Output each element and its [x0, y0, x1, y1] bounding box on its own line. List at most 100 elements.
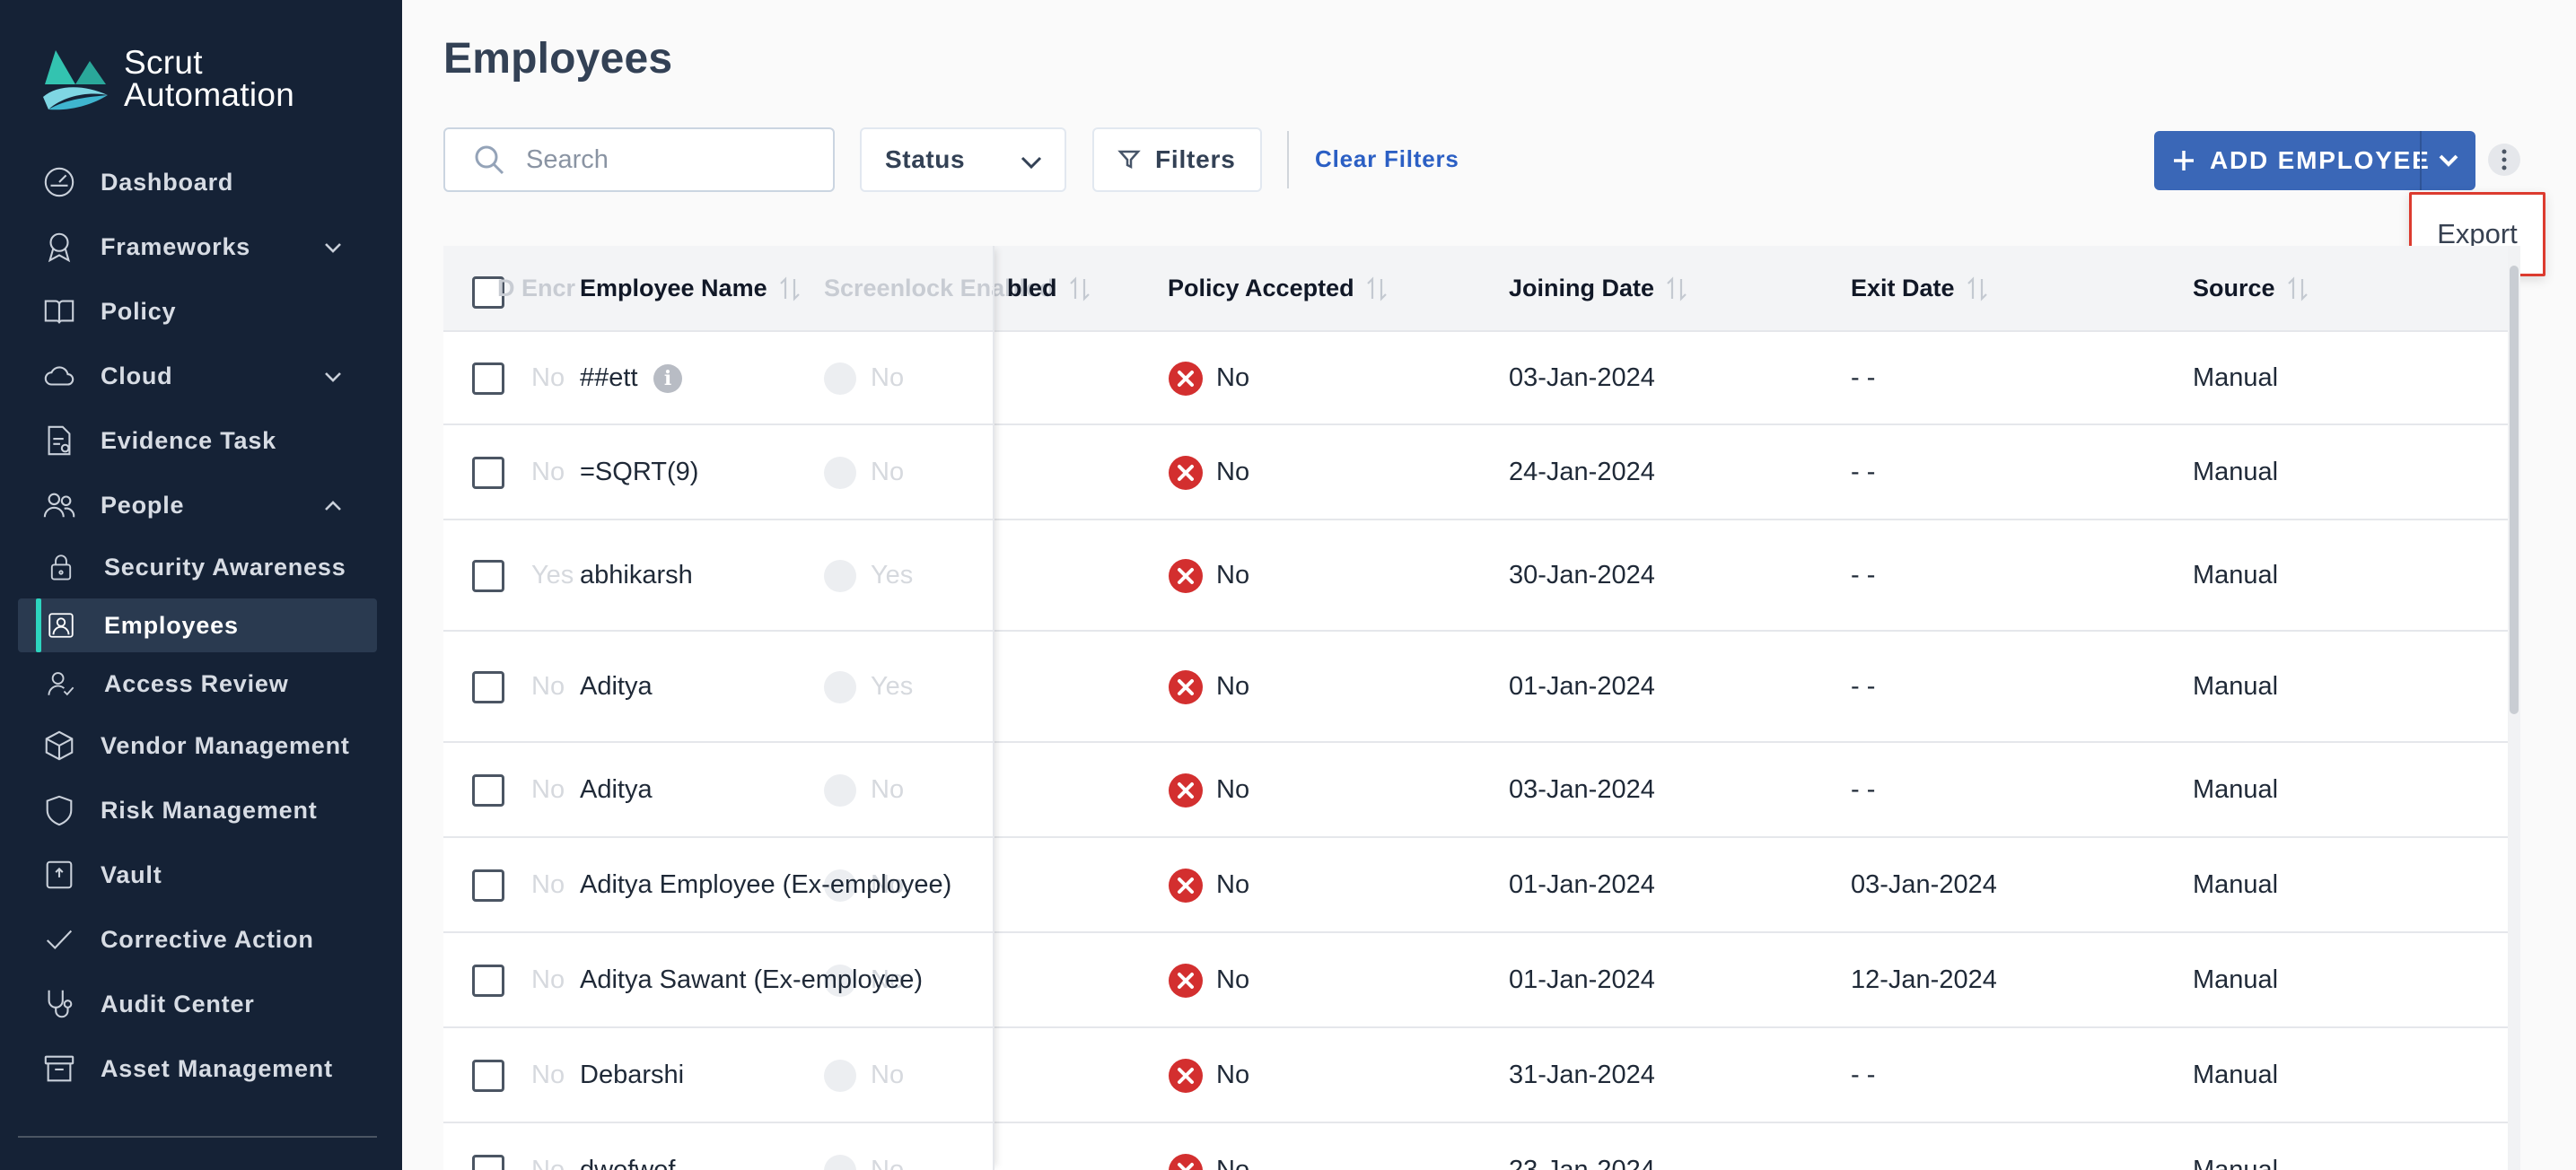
page-title: Employees: [443, 35, 673, 83]
employee-name[interactable]: Aditya: [580, 672, 653, 702]
sidebar-item-policy[interactable]: Policy: [18, 284, 377, 338]
x-circle-icon: [1168, 963, 1204, 999]
table-scrollbar[interactable]: [2510, 266, 2519, 714]
sidebar-item-audit-center[interactable]: Audit Center: [18, 977, 377, 1031]
row-checkbox[interactable]: [472, 869, 504, 902]
row-checkbox[interactable]: [472, 1155, 504, 1170]
sidebar-item-label: Cloud: [101, 362, 173, 389]
sidebar-item-frameworks[interactable]: Frameworks: [18, 220, 377, 274]
employee-name[interactable]: ##ett: [580, 363, 638, 393]
sidebar-item-security-awareness[interactable]: Security Awareness: [18, 540, 377, 594]
plus-icon: [2169, 145, 2199, 176]
sidebar-item-vendor-management[interactable]: Vendor Management: [18, 719, 377, 773]
sort-icon[interactable]: [1365, 275, 1389, 302]
x-circle-icon: [1168, 1153, 1204, 1170]
x-circle-icon: [1168, 868, 1204, 904]
column-header-joining-date[interactable]: Joining Date: [1509, 275, 1688, 302]
sort-icon[interactable]: [1068, 275, 1091, 302]
row-checkbox[interactable]: [472, 362, 504, 395]
ghost-encrypted-value: No: [531, 1061, 565, 1089]
table-row[interactable]: No Yes Aditya No 01-Jan-2024 - - Manual: [443, 632, 2508, 743]
status-dropdown[interactable]: Status: [860, 127, 1066, 192]
sidebar-item-corrective-action[interactable]: Corrective Action: [18, 912, 377, 966]
row-checkbox[interactable]: [472, 671, 504, 703]
ghost-screenlock-value: No: [871, 775, 905, 804]
sort-icon[interactable]: [778, 275, 802, 302]
row-checkbox[interactable]: [472, 774, 504, 807]
column-header-screenlock-visible[interactable]: bled: [1007, 275, 1091, 302]
filters-button[interactable]: Filters: [1092, 127, 1262, 192]
policy-book-icon: [41, 293, 77, 329]
table-row[interactable]: No No Aditya No 03-Jan-2024 - - Manual: [443, 743, 2508, 838]
search-icon: [475, 145, 504, 175]
column-header-label: Employee Name: [580, 275, 767, 301]
column-header-label: Exit Date: [1851, 275, 1955, 301]
source-value: Manual: [2193, 965, 2279, 994]
add-employee-button[interactable]: ADD EMPLOYEE: [2154, 131, 2475, 190]
sidebar-divider: [18, 1136, 377, 1138]
ghost-status-icon: [824, 1155, 856, 1170]
add-employee-dropdown-toggle[interactable]: [2420, 131, 2475, 190]
x-circle-icon: [1168, 455, 1204, 491]
policy-accepted-value: No: [1216, 965, 1250, 994]
sidebar-item-asset-management[interactable]: Asset Management: [18, 1042, 377, 1096]
sidebar-item-vault[interactable]: Vault: [18, 848, 377, 902]
chevron-down-icon[interactable]: [321, 365, 345, 389]
more-options-button[interactable]: [2488, 144, 2520, 176]
sidebar-item-cloud[interactable]: Cloud: [18, 349, 377, 403]
source-value: Manual: [2193, 1061, 2279, 1089]
table-row[interactable]: Yes Yes abhikarsh No 30-Jan-2024- - Manual: [443, 520, 2508, 632]
sidebar-item-dashboard[interactable]: Dashboard: [18, 155, 377, 209]
table-row[interactable]: No No Debarshi No 31-Jan-2024 - - Manual: [443, 1028, 2508, 1123]
info-icon[interactable]: i: [653, 364, 682, 393]
column-header-employee-name[interactable]: Employee Name: [580, 275, 802, 302]
chevron-down-icon[interactable]: [321, 236, 345, 259]
sidebar-item-label: Vault: [101, 860, 162, 888]
employee-name[interactable]: Debarshi: [580, 1061, 684, 1090]
exit-date-value: - -: [1851, 561, 1876, 589]
sidebar-item-employees[interactable]: Employees: [18, 598, 377, 652]
sort-icon[interactable]: [2286, 275, 2309, 302]
app-logo[interactable]: Scrut Automation: [39, 45, 294, 113]
employee-name[interactable]: =SQRT(9): [580, 458, 698, 487]
sidebar-item-people[interactable]: People: [18, 478, 377, 532]
sidebar-item-label: Employees: [104, 611, 239, 639]
table-row[interactable]: No No Aditya Employee (Ex-employee) No 01-Ja…: [443, 838, 2508, 933]
employee-name[interactable]: Aditya: [580, 775, 653, 805]
sidebar-item-risk-management[interactable]: Risk Management: [18, 783, 377, 837]
row-checkbox[interactable]: [472, 457, 504, 489]
employee-name[interactable]: Aditya Sawant (Ex-employee): [580, 965, 923, 995]
sort-icon[interactable]: [1966, 275, 1989, 302]
column-header-source[interactable]: Source: [2193, 275, 2309, 302]
row-checkbox[interactable]: [472, 965, 504, 997]
table-header: D Encr Screenlock Enabled Employee Name …: [443, 246, 2508, 332]
search-box[interactable]: [443, 127, 835, 192]
column-header-policy-accepted[interactable]: Policy Accepted: [1168, 275, 1389, 302]
row-checkbox[interactable]: [472, 560, 504, 592]
table-row[interactable]: No No Aditya Sawant (Ex-employee) No 01-Jan-…: [443, 933, 2508, 1028]
people-icon: [41, 487, 77, 523]
sidebar-item-evidence-task[interactable]: Evidence Task: [18, 414, 377, 467]
row-checkbox[interactable]: [472, 1060, 504, 1092]
column-header-encrypted: D Encr: [497, 275, 576, 301]
search-input[interactable]: [526, 144, 813, 175]
column-header-exit-date[interactable]: Exit Date: [1851, 275, 1989, 302]
chevron-up-icon[interactable]: [321, 494, 345, 518]
employee-name[interactable]: Aditya Employee (Ex-employee): [580, 870, 951, 900]
toolbar-separator: [1287, 131, 1289, 188]
sidebar-item-access-review[interactable]: Access Review: [18, 657, 377, 711]
employee-name[interactable]: abhikarsh: [580, 561, 693, 590]
joining-date-value: 03-Jan-2024: [1509, 363, 1655, 392]
vertical-dots-icon: [2502, 149, 2507, 170]
table-row[interactable]: No No =SQRT(9) No 24-Jan-2024 - - Manual: [443, 425, 2508, 520]
ghost-screenlock-value: No: [871, 1061, 905, 1089]
employee-name[interactable]: dwefwef: [580, 1156, 675, 1170]
table-row[interactable]: No No dwefwef No 23-Jan-2024 Manual: [443, 1123, 2508, 1170]
sort-icon[interactable]: [1665, 275, 1688, 302]
table-row[interactable]: No No ##ett i No 03-Jan-2024 - - Manual: [443, 332, 2508, 425]
exit-date-value: 03-Jan-2024: [1851, 870, 1997, 899]
chevron-down-icon: [2439, 154, 2458, 167]
clear-filters-link[interactable]: Clear Filters: [1315, 145, 1459, 173]
add-employee-label: ADD EMPLOYEE: [2210, 146, 2431, 174]
sidebar-item-label: Vendor Management: [101, 731, 350, 759]
